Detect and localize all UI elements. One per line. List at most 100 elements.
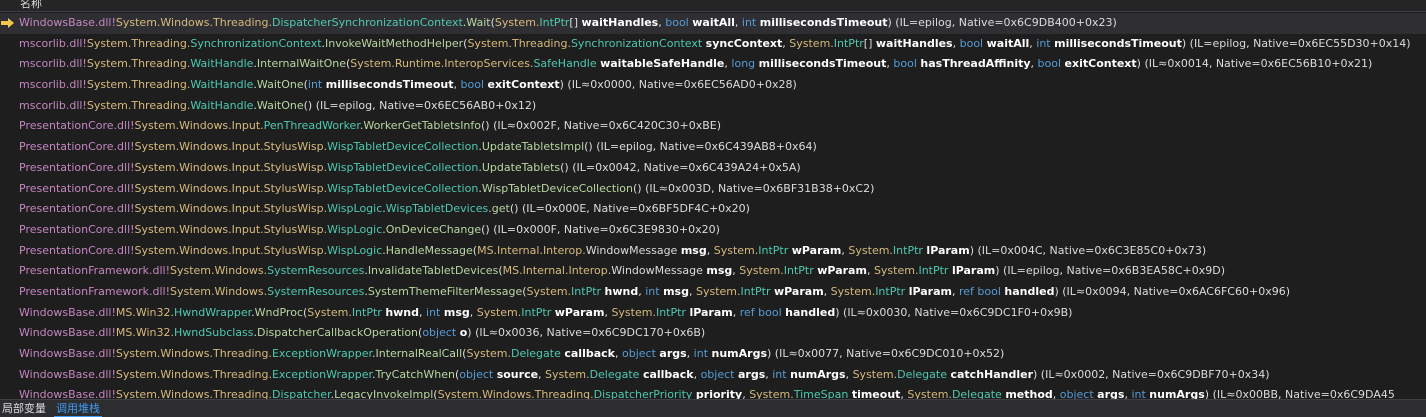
frame-token-param: wParam xyxy=(791,243,842,257)
frame-token-cls: DispatcherPriority xyxy=(593,388,693,399)
frame-token-plain: , xyxy=(732,305,740,319)
call-stack-frame[interactable]: PresentationCore.dll!System.Windows.Inpu… xyxy=(0,241,1426,262)
frame-token-ns: MS.Internal.Interop. xyxy=(477,243,586,257)
frame-token-param: hasThreadAffinity xyxy=(920,57,1031,71)
tab-call-stack[interactable]: 调用堆栈 xyxy=(54,400,102,417)
frame-token-cls: WispLogic xyxy=(327,243,383,257)
frame-token-ns: System. xyxy=(907,388,952,399)
call-stack-frame[interactable]: WindowsBase.dll!System.Windows.Threading… xyxy=(0,344,1426,365)
frame-token-cls: WaitHandle xyxy=(190,57,254,71)
frame-token-type: ref bool xyxy=(739,305,782,319)
frame-token-mod: PresentationCore.dll! xyxy=(19,160,135,174)
call-stack-frame[interactable]: PresentationCore.dll!System.Windows.Inpu… xyxy=(0,158,1426,179)
call-stack-frame[interactable]: WindowsBase.dll!System.Windows.Threading… xyxy=(0,385,1426,399)
frame-token-plain: , xyxy=(469,305,477,319)
call-stack-frame[interactable]: PresentationCore.dll!System.Windows.Inpu… xyxy=(0,137,1426,158)
call-stack-frame[interactable]: mscorlib.dll!System.Threading.WaitHandle… xyxy=(0,96,1426,117)
call-stack-frame[interactable]: WindowsBase.dll!System.Windows.Threading… xyxy=(0,365,1426,386)
call-stack-frame[interactable]: PresentationCore.dll!System.Windows.Inpu… xyxy=(0,179,1426,200)
frame-token-plain: , xyxy=(538,367,546,381)
frame-token-cls: Delegate xyxy=(897,367,947,381)
frame-token-ns: System.Threading. xyxy=(86,57,191,71)
frame-token-cls: SynchronizationContext xyxy=(190,36,322,50)
tab-locals[interactable]: 局部变量 xyxy=(0,400,48,417)
frame-token-mod: PresentationCore.dll! xyxy=(19,181,135,195)
frame-token-mod: PresentationCore.dll! xyxy=(19,140,135,154)
frame-token-param: args xyxy=(659,347,687,360)
frame-token-val: IntPtr xyxy=(875,284,906,298)
frame-token-ns: System.Windows.Input.StylusWisp. xyxy=(134,222,328,236)
frame-token-plain: , xyxy=(688,284,696,298)
frame-token-ns: System.Windows.Input.StylusWisp. xyxy=(134,140,328,154)
frame-token-meth: LegacyInvokeImpl xyxy=(334,388,434,399)
frame-token-cls: TimeSpan xyxy=(793,388,849,399)
frame-token-ns: System.Runtime.InteropServices. xyxy=(350,57,534,71)
frame-token-ns: System.Windows.Input.StylusWisp. xyxy=(134,160,328,174)
frame-token-param: waitAll xyxy=(692,16,735,29)
frame-token-type: int xyxy=(741,16,757,29)
column-header-name[interactable]: 名称 xyxy=(20,0,42,11)
frame-token-param: lParam xyxy=(908,284,952,298)
frame-token-mod: WindowsBase.dll! xyxy=(19,16,116,29)
call-stack-frame[interactable]: PresentationCore.dll!System.Windows.Inpu… xyxy=(0,220,1426,241)
frame-token-param: millisecondsTimeout xyxy=(759,16,888,29)
frame-token-param: wParam xyxy=(774,284,824,298)
call-stack-frame[interactable]: PresentationCore.dll!System.Windows.Inpu… xyxy=(0,116,1426,137)
frame-token-meth: WorkerGetTabletsInfo xyxy=(363,119,482,133)
frame-token-plain: ) (IL≈0x0000, Native=0x6EC56AD0+0x28) xyxy=(559,78,797,92)
frame-token-type: long xyxy=(731,57,756,71)
frame-token-meth: SystemThemeFilterMessage xyxy=(367,284,523,298)
frame-token-plain: () (IL=0x000E, Native=0x6BF5DF4C+0x20) xyxy=(509,202,750,216)
frame-token-val: IntPtr xyxy=(351,305,382,319)
call-stack-frame[interactable]: PresentationFramework.dll!System.Windows… xyxy=(0,282,1426,303)
frame-token-ns: System.Windows.Threading. xyxy=(437,388,594,399)
frame-token-plain: () (IL≈0x003D, Native=0x6BF31B38+0xC2) xyxy=(633,181,875,195)
frame-token-plain: ) (IL≈0x0030, Native=0x6C9DC1F0+0x9B) xyxy=(835,305,1073,319)
call-stack-frame[interactable]: WindowsBase.dll!System.Windows.Threading… xyxy=(0,13,1426,34)
frame-token-cls: SafeHandle xyxy=(533,57,597,71)
frame-token-ns: System.Windows.Input.StylusWisp. xyxy=(134,181,328,195)
frame-token-mod: PresentationCore.dll! xyxy=(19,243,135,257)
frame-token-param: syncContext xyxy=(705,36,783,50)
frame-token-ns: System. xyxy=(695,284,741,298)
frame-token-cls: WispTabletDeviceCollection xyxy=(327,181,479,195)
frame-token-meth: WispTabletDeviceCollection xyxy=(481,181,634,195)
frame-token-cls: SystemResources xyxy=(267,284,365,298)
frame-token-ns: System. xyxy=(545,367,590,381)
frame-token-plain: [] xyxy=(569,16,582,29)
call-stack-frame[interactable]: WindowsBase.dll!MS.Win32.HwndWrapper.Wnd… xyxy=(0,303,1426,324)
frame-token-plain: () (IL≈0x002F, Native=0x6C420C30+0xBE) xyxy=(481,119,722,133)
frame-token-ns: System.Windows.Input.StylusWisp. xyxy=(134,243,328,257)
frame-token-plain: , xyxy=(614,347,622,360)
frame-token-mod: WindowsBase.dll! xyxy=(19,326,116,340)
frame-token-mod: PresentationCore.dll! xyxy=(19,202,135,216)
frame-token-mod: mscorlib.dll! xyxy=(19,78,87,92)
frame-token-cls: HwndSubclass xyxy=(174,326,254,340)
frame-token-type: bool xyxy=(893,57,917,71)
frame-token-param: hwnd xyxy=(604,284,639,298)
frame-token-cls: WispLogic xyxy=(327,202,383,216)
frame-token-ns: System. xyxy=(852,367,898,381)
frame-token-ns: MS.Win32. xyxy=(115,326,175,340)
frame-token-type: int xyxy=(645,284,660,298)
call-stack-frame[interactable]: mscorlib.dll!System.Threading.WaitHandle… xyxy=(0,54,1426,75)
frame-token-cls: WispTabletDevices xyxy=(385,202,489,216)
frame-token-ns: System.Windows. xyxy=(169,284,268,298)
frame-token-meth: DispatcherCallbackOperation xyxy=(257,326,419,340)
frame-token-meth: HandleMessage xyxy=(385,243,473,257)
call-stack-frame[interactable]: mscorlib.dll!System.Threading.Synchroniz… xyxy=(0,34,1426,55)
call-stack-frame[interactable]: PresentationCore.dll!System.Windows.Inpu… xyxy=(0,199,1426,220)
call-stack-frame[interactable]: PresentationFramework.dll!System.Windows… xyxy=(0,261,1426,282)
frame-token-ns: System.Windows.Threading. xyxy=(115,388,272,399)
frame-token-plain: ) (IL=epilog, Native=0x6C9DB400+0x23) xyxy=(887,16,1117,29)
call-stack-frame[interactable]: WindowsBase.dll!MS.Win32.HwndSubclass.Di… xyxy=(0,323,1426,344)
frame-token-cls: WaitHandle xyxy=(190,78,254,92)
frame-token-param: numArgs xyxy=(1149,388,1205,399)
frame-token-mod: mscorlib.dll! xyxy=(19,57,87,71)
frame-token-cls: Delegate xyxy=(951,388,1002,399)
call-stack-frame[interactable]: mscorlib.dll!System.Threading.WaitHandle… xyxy=(0,75,1426,96)
frame-token-plain: , xyxy=(952,36,960,50)
column-header[interactable]: 名称 xyxy=(0,0,1426,12)
frame-token-plain: ) (IL≈0x0002, Native=0x6C9DBF70+0x34) xyxy=(1033,367,1270,381)
frame-token-plain: , xyxy=(706,243,714,257)
